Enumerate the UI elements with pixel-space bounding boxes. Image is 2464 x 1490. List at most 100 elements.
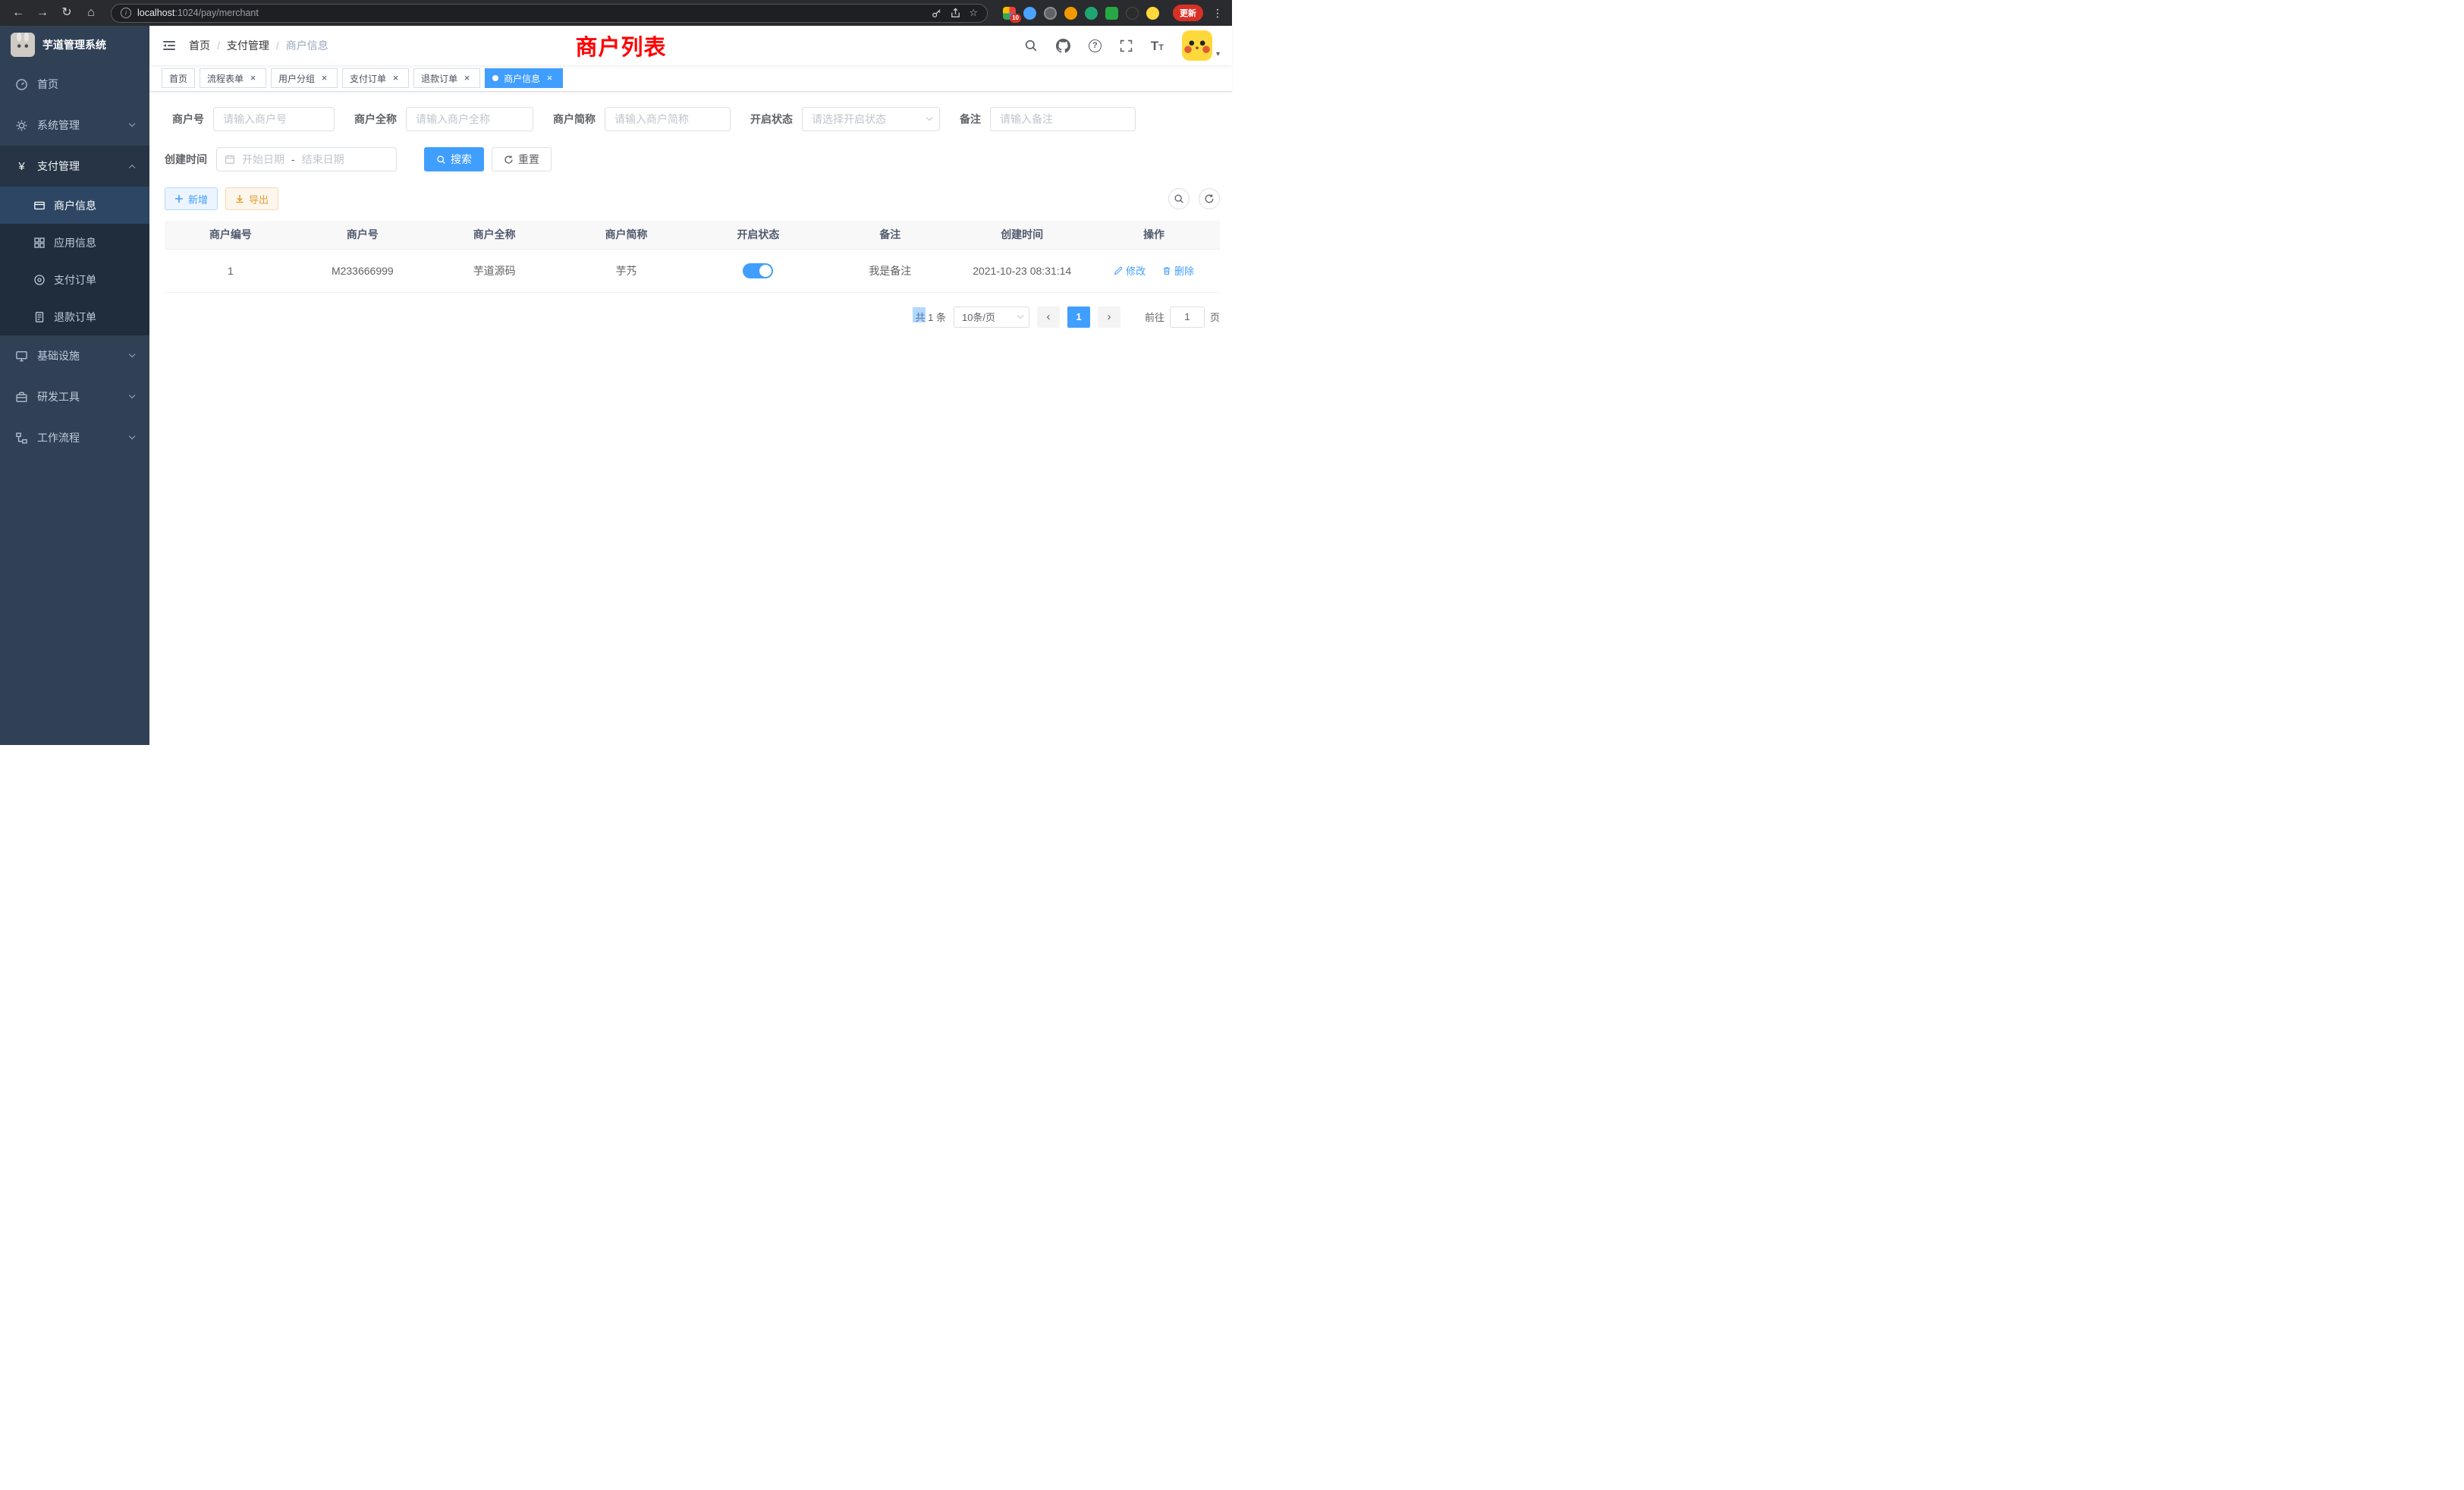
- filter-merchant-no: 商户号: [165, 107, 335, 131]
- end-date-placeholder: 结束日期: [302, 152, 344, 167]
- remark-input[interactable]: [990, 107, 1136, 131]
- filter-label: 商户简称: [553, 112, 605, 127]
- close-icon[interactable]: ×: [390, 73, 401, 84]
- breadcrumb-payment[interactable]: 支付管理: [227, 38, 269, 53]
- sidebar-item-app-info[interactable]: 应用信息: [0, 224, 149, 261]
- filter-create-time: 创建时间 开始日期 - 结束日期: [165, 147, 397, 171]
- page-button-1[interactable]: 1: [1067, 306, 1090, 328]
- fullscreen-icon[interactable]: [1120, 39, 1133, 52]
- sidebar-item-infra[interactable]: 基础设施: [0, 335, 149, 376]
- search-button[interactable]: 搜索: [424, 147, 484, 171]
- short-name-input[interactable]: [605, 107, 731, 131]
- filter-status: 开启状态 请选择开启状态: [750, 107, 940, 131]
- close-icon[interactable]: ×: [247, 73, 259, 84]
- question-glyph: ?: [1092, 41, 1098, 50]
- reset-button[interactable]: 重置: [492, 147, 552, 171]
- target-icon: [33, 274, 46, 286]
- bookmark-star-icon[interactable]: ☆: [969, 7, 978, 19]
- delete-link[interactable]: 删除: [1162, 263, 1194, 278]
- site-info-icon[interactable]: i: [121, 8, 131, 18]
- edit-link[interactable]: 修改: [1114, 263, 1146, 278]
- sidebar-item-pay-order[interactable]: 支付订单: [0, 261, 149, 298]
- close-icon[interactable]: ×: [461, 73, 473, 84]
- tab-user-group[interactable]: 用户分组×: [271, 68, 338, 88]
- user-menu[interactable]: ▾: [1182, 30, 1220, 61]
- browser-reload-icon[interactable]: ↻: [56, 0, 77, 26]
- toggle-search-button[interactable]: [1168, 188, 1190, 209]
- tab-home[interactable]: 首页: [162, 68, 195, 88]
- sidebar-item-system[interactable]: 系统管理: [0, 105, 149, 146]
- merchant-no-input[interactable]: [213, 107, 335, 131]
- selection-highlight: [913, 307, 926, 322]
- full-name-input[interactable]: [406, 107, 533, 131]
- breadcrumb-home[interactable]: 首页: [189, 38, 210, 53]
- add-button[interactable]: 新增: [165, 187, 218, 210]
- filter-full-name: 商户全称: [354, 107, 533, 131]
- app-title: 芋道管理系统: [42, 37, 106, 52]
- app-logo[interactable]: 芋道管理系统: [0, 26, 149, 64]
- extension-notes-icon[interactable]: [1105, 7, 1118, 20]
- share-icon[interactable]: [950, 8, 961, 19]
- browser-home-icon[interactable]: ⌂: [80, 0, 102, 26]
- avatar[interactable]: [1182, 30, 1212, 61]
- toolbox-icon: [15, 391, 28, 404]
- status-select[interactable]: 请选择开启状态: [802, 107, 940, 131]
- menu-label: 支付订单: [54, 272, 96, 288]
- prev-page-button[interactable]: ‹: [1037, 306, 1060, 328]
- extension-check-icon[interactable]: [1085, 7, 1098, 20]
- sidebar-item-merchant-info[interactable]: 商户信息: [0, 187, 149, 224]
- extension-avatar-icon[interactable]: [1064, 7, 1077, 20]
- next-page-button[interactable]: ›: [1098, 306, 1120, 328]
- cell-remark: 我是备注: [824, 249, 956, 292]
- sidebar-item-refund-order[interactable]: 退款订单: [0, 298, 149, 335]
- sidebar-item-workflow[interactable]: 工作流程: [0, 417, 149, 458]
- extension-face-icon[interactable]: [1146, 7, 1159, 20]
- search-icon[interactable]: [1024, 39, 1038, 52]
- pagination: 共 1 条 10条/页 ‹ 1 › 前往 页: [165, 306, 1220, 328]
- merchant-table: 商户编号 商户号 商户全称 商户简称 开启状态 备注 创建时间 操作 1: [165, 221, 1220, 293]
- tab-process-form[interactable]: 流程表单×: [200, 68, 266, 88]
- export-button[interactable]: 导出: [225, 187, 278, 210]
- cell-actions: 修改 删除: [1088, 249, 1220, 292]
- font-size-icon[interactable]: TT: [1151, 39, 1164, 52]
- col-short-name: 商户简称: [561, 221, 693, 249]
- document-icon: [33, 311, 46, 323]
- extension-monkey-icon[interactable]: [1126, 7, 1139, 20]
- address-bar[interactable]: i localhost:1024/pay/merchant ☆: [111, 4, 988, 23]
- extension-sphere-icon[interactable]: [1044, 7, 1057, 20]
- sidebar-collapse-icon[interactable]: [162, 38, 177, 53]
- menu-label: 支付管理: [37, 159, 80, 174]
- tab-refund-order[interactable]: 退款订单×: [413, 68, 480, 88]
- browser-menu-icon[interactable]: ⋮: [1211, 7, 1224, 20]
- sidebar-item-payment[interactable]: ¥ 支付管理: [0, 146, 149, 187]
- refresh-table-button[interactable]: [1199, 188, 1220, 209]
- menu-label: 研发工具: [37, 389, 80, 404]
- extension-grid-icon[interactable]: 10: [1003, 7, 1016, 20]
- sidebar-item-home[interactable]: 首页: [0, 64, 149, 105]
- github-icon[interactable]: [1056, 39, 1070, 53]
- browser-forward-icon[interactable]: →: [32, 0, 53, 26]
- pagination-total: 共 1 条: [914, 310, 946, 324]
- close-icon[interactable]: ×: [544, 73, 555, 84]
- tab-pay-order[interactable]: 支付订单×: [342, 68, 409, 88]
- close-icon[interactable]: ×: [319, 73, 330, 84]
- status-toggle[interactable]: [743, 263, 773, 278]
- browser-update-button[interactable]: 更新: [1173, 5, 1203, 21]
- goto-page-input[interactable]: [1170, 306, 1205, 328]
- filter-label: 商户全称: [354, 112, 406, 127]
- page-size-select[interactable]: 10条/页: [954, 306, 1029, 328]
- breadcrumb-current: 商户信息: [286, 38, 328, 53]
- browser-back-icon[interactable]: ←: [8, 0, 29, 26]
- breadcrumb: 首页 / 支付管理 / 商户信息: [189, 38, 328, 53]
- menu-label: 应用信息: [54, 235, 96, 250]
- tab-merchant-info[interactable]: 商户信息×: [485, 68, 563, 88]
- sidebar-item-devtools[interactable]: 研发工具: [0, 376, 149, 417]
- extension-drop-icon[interactable]: [1023, 7, 1036, 20]
- chevron-down-icon: [1017, 313, 1023, 319]
- grid-icon: [33, 237, 46, 249]
- plus-icon: [174, 194, 184, 203]
- col-merchant-id: 商户编号: [165, 221, 297, 249]
- date-range-picker[interactable]: 开始日期 - 结束日期: [216, 147, 397, 171]
- key-icon[interactable]: [931, 8, 942, 19]
- help-icon[interactable]: ?: [1089, 39, 1102, 52]
